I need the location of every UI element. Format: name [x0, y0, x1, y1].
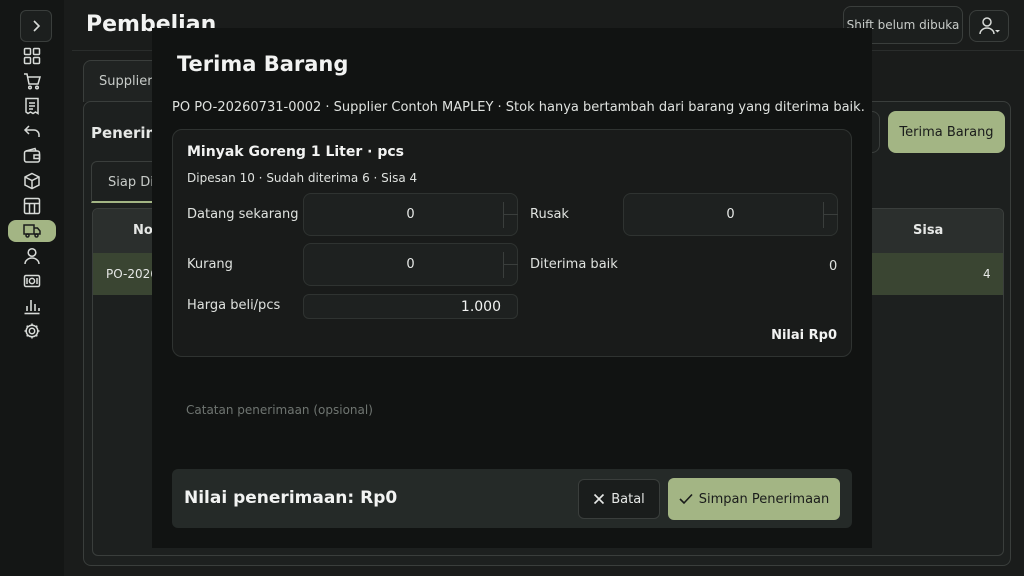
- cancel-label: Batal: [611, 491, 645, 507]
- sidebar-item-transactions[interactable]: [20, 96, 44, 116]
- item-nilai: Nilai Rp0: [771, 328, 837, 343]
- receive-goods-modal: Terima Barang PO PO-20260731-0002 · Supp…: [152, 28, 872, 548]
- box-icon: [24, 172, 40, 190]
- bar-chart-icon: [24, 300, 40, 315]
- modal-footer: Nilai penerimaan: Rp0 Batal Simpan Pener…: [172, 469, 852, 528]
- user-icon: [979, 17, 1000, 35]
- save-button[interactable]: Simpan Penerimaan: [668, 478, 840, 520]
- rusak-stepper[interactable]: [823, 202, 838, 228]
- chevron-down-icon: [995, 30, 1000, 33]
- undo-icon: [23, 125, 40, 137]
- item-name: Minyak Goreng 1 Liter · pcs: [187, 144, 404, 160]
- modal-info-text: PO PO-20260731-0002 · Supplier Contoh MA…: [172, 100, 865, 115]
- diterima-baik-label: Diterima baik: [530, 257, 618, 272]
- harga-beli-input[interactable]: 1.000: [303, 294, 518, 319]
- close-icon: [594, 493, 605, 505]
- cell-sisa: 4: [983, 267, 991, 281]
- user-menu-button[interactable]: [969, 10, 1009, 42]
- receipt-icon: [25, 97, 39, 115]
- modal-title: Terima Barang: [177, 52, 349, 76]
- sidebar-item-settings[interactable]: [20, 321, 44, 341]
- item-card: Minyak Goreng 1 Liter · pcs Dipesan 10 ·…: [172, 129, 852, 357]
- rusak-label: Rusak: [530, 207, 569, 222]
- section-heading: Penerim: [91, 124, 162, 142]
- user-icon: [24, 247, 40, 265]
- sidebar: [0, 0, 64, 576]
- column-header-no: No: [133, 223, 153, 238]
- sidebar-item-products[interactable]: [20, 171, 44, 191]
- sidebar-item-cash[interactable]: [20, 271, 44, 291]
- sidebar-item-customers[interactable]: [20, 246, 44, 266]
- tab-supplier[interactable]: Supplier: [83, 60, 163, 102]
- chevron-right-icon: [33, 20, 41, 32]
- sidebar-item-returns[interactable]: [20, 121, 44, 141]
- kurang-input[interactable]: 0: [303, 243, 518, 286]
- column-header-sisa: Sisa: [913, 223, 944, 238]
- sidebar-toggle-button[interactable]: [20, 10, 52, 42]
- sidebar-item-wallet[interactable]: [20, 146, 44, 166]
- tab-ready[interactable]: Siap Di: [91, 161, 161, 203]
- truck-icon: [23, 224, 41, 238]
- datang-stepper[interactable]: [503, 202, 518, 228]
- sidebar-item-reports[interactable]: [20, 296, 44, 316]
- cell-po-number: PO-2026: [106, 267, 158, 281]
- cancel-button[interactable]: Batal: [578, 479, 660, 519]
- sidebar-item-dashboard[interactable]: [20, 46, 44, 66]
- datang-value: 0: [406, 207, 415, 222]
- datang-label: Datang sekarang: [187, 207, 299, 222]
- grid-icon: [23, 47, 41, 65]
- rusak-value: 0: [726, 207, 735, 222]
- cart-icon: [24, 73, 41, 90]
- wallet-icon: [23, 147, 41, 163]
- harga-label: Harga beli/pcs: [187, 298, 281, 313]
- rusak-input[interactable]: 0: [623, 193, 838, 236]
- catatan-input[interactable]: Catatan penerimaan (opsional): [186, 403, 373, 417]
- table-icon: [23, 197, 41, 215]
- save-label: Simpan Penerimaan: [698, 491, 830, 507]
- sidebar-item-stock[interactable]: [20, 196, 44, 216]
- sidebar-item-sales[interactable]: [20, 71, 44, 91]
- cash-icon: [23, 274, 41, 288]
- total-nilai: Nilai penerimaan: Rp0: [184, 488, 398, 508]
- kurang-stepper[interactable]: [503, 252, 518, 278]
- datang-sekarang-input[interactable]: 0: [303, 193, 518, 236]
- diterima-baik-value: 0: [829, 259, 838, 274]
- check-icon: [679, 493, 693, 505]
- kurang-label: Kurang: [187, 257, 233, 272]
- receive-goods-button[interactable]: Terima Barang: [888, 111, 1005, 153]
- kurang-value: 0: [406, 257, 415, 272]
- gear-icon: [24, 323, 40, 339]
- sidebar-item-purchases[interactable]: [8, 220, 56, 242]
- item-meta: Dipesan 10 · Sudah diterima 6 · Sisa 4: [187, 171, 418, 185]
